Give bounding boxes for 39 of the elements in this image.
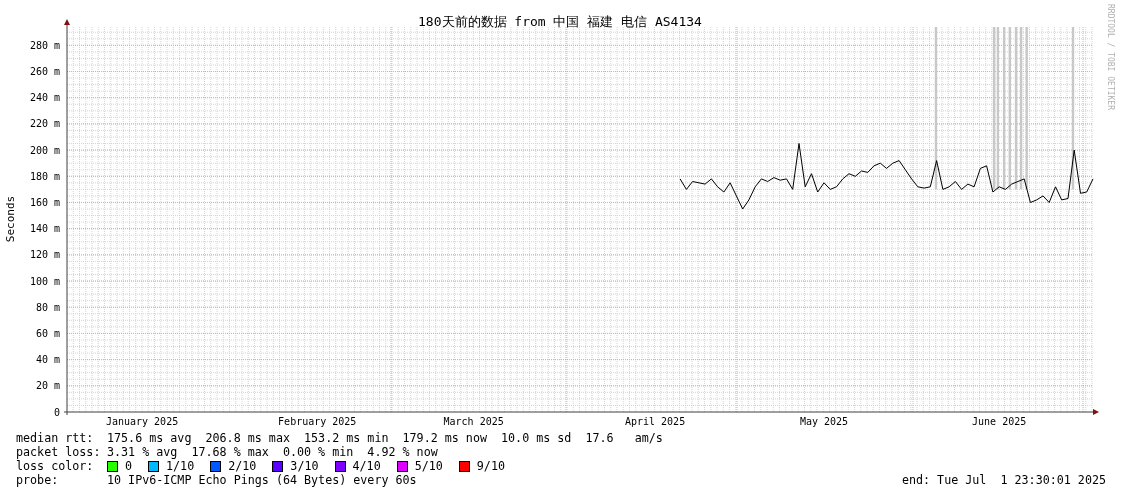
swatch-label: 5/10 [414, 459, 443, 473]
y-tick-label: 140 m [29, 223, 60, 235]
y-tick-label: 120 m [29, 249, 60, 261]
y-tick-label: 20 m [35, 380, 60, 392]
end-time: end: Tue Jul 1 23:30:01 2025 [901, 473, 1106, 487]
credit-text: RRDTOOL / TOBI OETIKER [1106, 4, 1115, 110]
swatch-label: 4/10 [352, 459, 381, 473]
y-tick-label: 0 [53, 406, 60, 418]
y-tick-label: 240 m [29, 92, 60, 104]
x-tick-label: May 2025 [799, 416, 849, 427]
y-tick-label: 200 m [29, 144, 60, 156]
y-tick-label: 80 m [35, 301, 60, 313]
y-tick-label: 60 m [35, 327, 60, 339]
swatch-label: 2/10 [228, 459, 257, 473]
x-tick-label: March 2025 [443, 416, 504, 427]
chart-title: 180天前的数据 from 中国 福建 电信 AS4134 [418, 14, 702, 29]
x-tick-label: April 2025 [624, 416, 686, 427]
legend-label: probe: [16, 473, 60, 487]
y-tick-label: 220 m [29, 118, 60, 130]
y-tick-label: 260 m [29, 66, 60, 77]
swatch-label: 3/10 [290, 459, 319, 473]
y-tick-label: 280 m [29, 39, 60, 51]
y-tick-label: 180 m [29, 170, 60, 182]
stats-text: 175.6 ms avg 206.8 ms max 153.2 ms min 179.2 ms now 10.0 ms sd 17.6 am/s [107, 431, 663, 445]
legend-label: loss color: [16, 459, 95, 473]
probe-text: 10 IPv6-ICMP Echo Pings (64 Bytes) every 60s [107, 473, 417, 487]
x-tick-label: January 2025 [105, 416, 179, 427]
swatch-label: 1/10 [166, 459, 195, 473]
y-tick-label: 40 m [35, 354, 60, 366]
legend-label: packet loss: [16, 445, 102, 459]
y-tick-label: 100 m [29, 275, 60, 287]
swatch-label: 9/10 [476, 459, 505, 473]
x-tick-label: June 2025 [972, 416, 1027, 427]
legend-label: median rtt: [16, 431, 95, 445]
x-tick-label: February 2025 [278, 416, 357, 427]
swatch-label: 0 [125, 459, 133, 473]
y-tick-label: 160 m [29, 197, 60, 208]
stats-text: 3.31 % avg 17.68 % max 0.00 % min 4.92 % now [107, 445, 438, 459]
y-axis-label: Seconds [4, 195, 17, 243]
